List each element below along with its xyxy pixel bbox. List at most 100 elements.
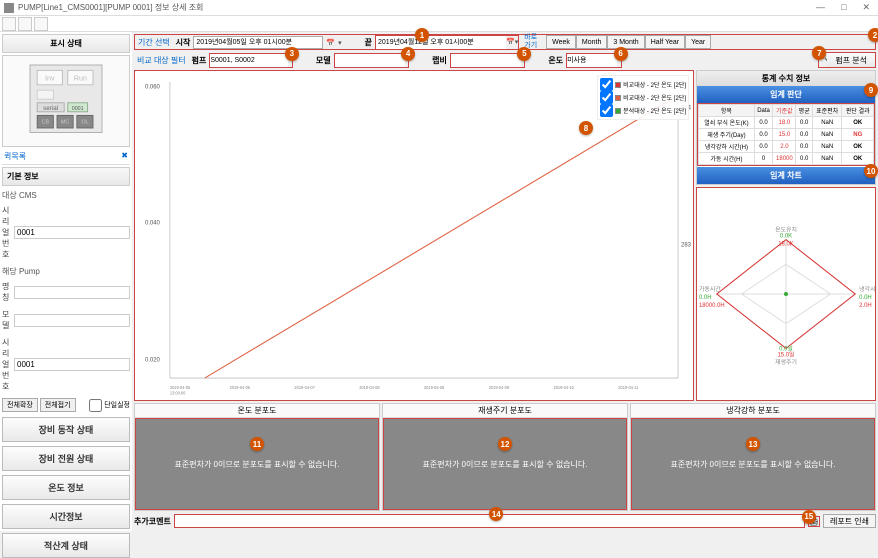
badge-13: 13 [746, 437, 760, 451]
tool-button-1[interactable] [2, 17, 16, 31]
svg-text:0.0H: 0.0H [699, 295, 712, 301]
period-halfyear[interactable]: Half Year [645, 35, 685, 49]
svg-text:13:00:00: 13:00:00 [170, 390, 186, 395]
period-3month[interactable]: 3 Month [607, 35, 644, 49]
nav-operation[interactable]: 장비 동작 상태 [2, 417, 130, 442]
svg-text:OL: OL [81, 120, 88, 126]
badge-12: 12 [498, 437, 512, 451]
threshold-header: 임계 판단 9 [697, 86, 875, 103]
period-month[interactable]: Month [576, 35, 607, 49]
analyze-button[interactable]: 펌프 분석 [827, 53, 875, 67]
temp-filter-label: 온도 [548, 55, 563, 66]
svg-text:2019-04-08: 2019-04-08 [359, 385, 380, 390]
model-input[interactable] [14, 314, 130, 327]
svg-text:온도유지: 온도유지 [775, 226, 797, 234]
end-date-input[interactable] [376, 36, 506, 49]
svg-text:2019-04-08: 2019-04-08 [424, 385, 445, 390]
table-row: 열쇠 부식 온도(K)0.018.00.0NaNOK [699, 117, 874, 129]
table-row: 재생 주기(Day)0.015.00.0NaNNG [699, 129, 874, 141]
window-title: PUMP[Line1_CMS0001][PUMP 0001] 정보 상세 조회 [18, 2, 203, 13]
svg-text:냉각시간: 냉각시간 [859, 285, 875, 293]
start-label: 시작 [176, 37, 191, 48]
svg-text:2019-04-06: 2019-04-06 [230, 385, 251, 390]
calendar-icon[interactable] [506, 37, 515, 46]
period-filter-bar: 기간 선택 시작 1 끝 바로 가기 Week Month 3 Month Ha… [134, 34, 876, 50]
single-select-checkbox[interactable] [89, 399, 102, 412]
legend-check-c[interactable] [600, 104, 613, 117]
start-date-input[interactable] [193, 36, 323, 49]
svg-text:2019-04-11: 2019-04-11 [618, 385, 639, 390]
collapse-all-button[interactable]: 전체접기 [40, 398, 76, 412]
maximize-button[interactable]: □ [837, 2, 850, 13]
table-row: 가동 시간(H)0180000.0NaNOK [699, 153, 874, 165]
dist-body-2: 12 표준편차가 0이므로 분포도를 표시할 수 없습니다. [383, 418, 627, 510]
svg-text:18000.0H: 18000.0H [699, 303, 725, 309]
pump-image: Inv Run serial 0001 CB MC OL [2, 55, 130, 147]
svg-text:가동시간: 가동시간 [699, 285, 721, 293]
serial-filter-label: 랩비 [432, 55, 447, 66]
tool-button-2[interactable] [18, 17, 32, 31]
legend-check-a[interactable] [600, 78, 613, 91]
serial-no-label: 시리얼 번호 [2, 205, 11, 260]
target-cms-label: 대상 CMS [2, 190, 130, 201]
nav-power[interactable]: 장비 전원 상태 [2, 446, 130, 471]
svg-text:0.0일: 0.0일 [779, 344, 793, 352]
dropdown-icon[interactable] [338, 38, 342, 47]
app-icon [4, 3, 14, 13]
pump-label: 펌프 [192, 55, 207, 66]
badge-3: 3 [285, 47, 299, 61]
tool-button-3[interactable] [34, 17, 48, 31]
inv-label: Inv [45, 73, 55, 82]
legend-check-b[interactable] [600, 91, 613, 104]
main-chart[interactable]: 8 0.060 0.040 0.020 284 283 2019-04-0513… [134, 70, 694, 401]
svg-text:0.020: 0.020 [145, 356, 160, 363]
close-button[interactable]: ✕ [858, 2, 874, 13]
badge-5: 5 [517, 47, 531, 61]
chart-legend: 비교대상 - 2단 온도 [2단] 비교대상 - 2단 온도 [2단] 분석대상… [597, 75, 689, 120]
stats-table: 항목Data기준값평균표준편차판단 결과 열쇠 부식 온도(K)0.018.00… [697, 103, 875, 166]
svg-text:MC: MC [61, 120, 69, 126]
quick-label[interactable]: 퀵목록 [4, 152, 26, 161]
toolbar [0, 16, 878, 32]
badge-10: 10 [864, 164, 878, 178]
badge-4: 4 [401, 47, 415, 61]
end-label: 끝 [365, 37, 372, 48]
svg-text:2019-04-10: 2019-04-10 [554, 385, 575, 390]
serial-combo[interactable] [451, 54, 521, 67]
svg-text:0.0K: 0.0K [780, 234, 792, 240]
model-combo[interactable] [335, 54, 405, 67]
comment-label: 추가코멘트 [134, 516, 171, 527]
badge-15: 15 [802, 510, 816, 524]
period-week[interactable]: Week [546, 35, 576, 49]
svg-text:2019-04-05: 2019-04-05 [170, 385, 191, 390]
pump-combo[interactable] [210, 54, 288, 67]
serial2-label: 시리얼번호 [2, 337, 11, 392]
name-input[interactable] [14, 286, 130, 299]
dropdown-icon[interactable] [515, 37, 519, 46]
serial-text: serial [43, 105, 58, 112]
report-print-button[interactable]: 레포트 인쇄 [823, 514, 876, 528]
svg-text:0.040: 0.040 [145, 219, 160, 226]
target-pump-label: 해당 Pump [2, 266, 130, 277]
run-label: Run [74, 73, 87, 82]
name-label: 명칭 [2, 281, 11, 303]
temp-combo[interactable] [567, 54, 617, 67]
nav-load[interactable]: 적산계 상태 [2, 533, 130, 558]
nav-time[interactable]: 시간정보 [2, 504, 130, 529]
serial-no-input[interactable] [14, 226, 130, 239]
calendar-icon[interactable] [326, 38, 335, 47]
badge-6: 6 [614, 47, 628, 61]
expand-all-button[interactable]: 전체확장 [2, 398, 38, 412]
dist-title-2: 재생주기 분포도 [383, 404, 627, 418]
serial2-input[interactable] [14, 358, 130, 371]
minimize-button[interactable]: — [812, 2, 829, 13]
radar-chart[interactable]: 온도유지 0.0K 18.0K 냉각시간 0.0H 2.0H 재생주기 15.0… [696, 187, 876, 401]
badge-9: 9 [864, 83, 878, 97]
badge-8: 8 [579, 121, 593, 135]
sidebar: 표시 상태 Inv Run serial 0001 CB MC OL 퀵목록 ✖… [0, 32, 132, 531]
nav-temp[interactable]: 온도 정보 [2, 475, 130, 500]
period-year[interactable]: Year [685, 35, 711, 49]
stats-panel-title: 통계 수치 정보 [697, 71, 875, 86]
badge-2: 2 [868, 28, 878, 42]
svg-text:18.0K: 18.0K [778, 242, 794, 248]
